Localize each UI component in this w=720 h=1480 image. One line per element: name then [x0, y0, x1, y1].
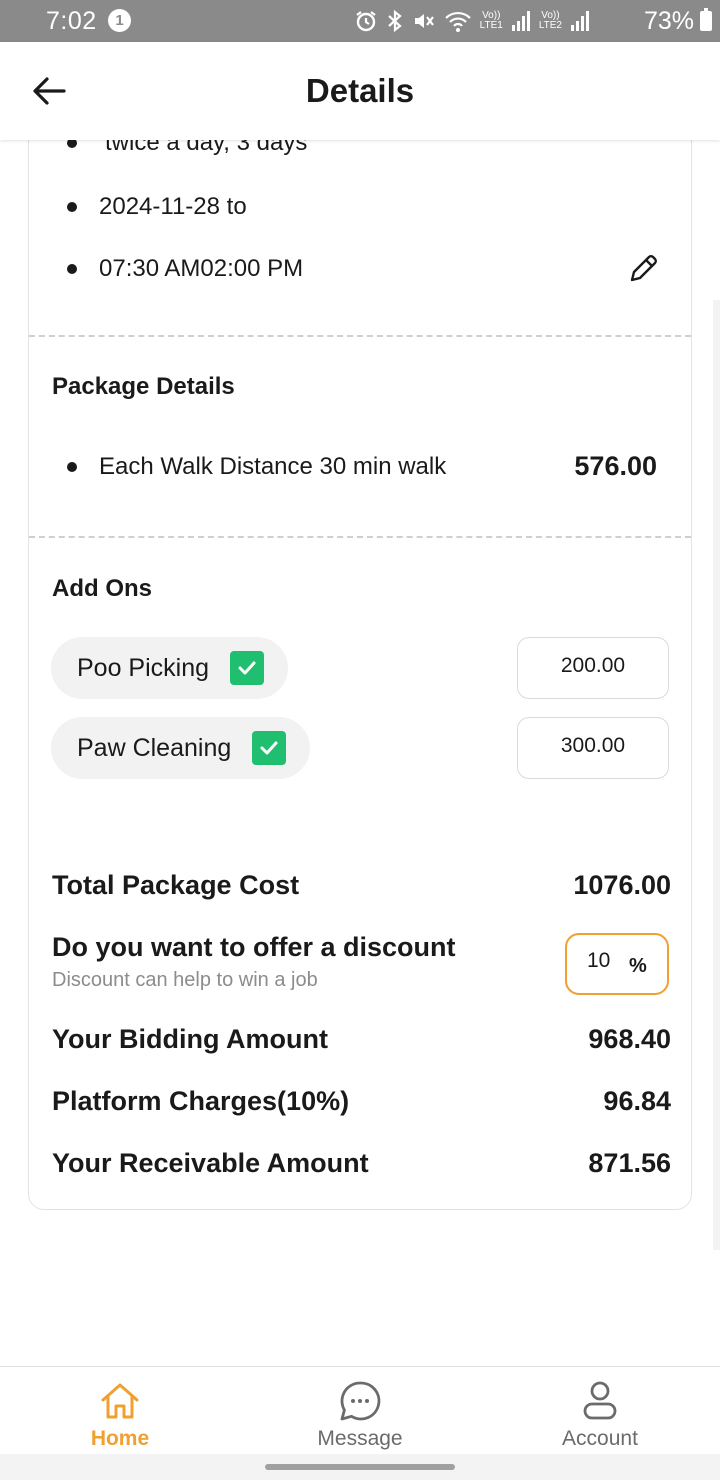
edit-schedule-button[interactable] [627, 253, 659, 285]
discount-value: 10 [587, 949, 611, 972]
battery-icon [700, 8, 712, 31]
divider [29, 335, 691, 337]
addon-label: Poo Picking [77, 653, 210, 682]
bullet-icon [67, 202, 77, 212]
battery-percent: 73% [643, 7, 694, 35]
add-ons-title: Add Ons [52, 575, 152, 602]
lte2-label: Vo)) LTE2 [538, 10, 562, 31]
bluetooth-icon [387, 9, 402, 33]
bullet-icon [67, 264, 77, 274]
package-item: Each Walk Distance 30 min walk [67, 453, 446, 481]
discount-label: Do you want to offer a discount [52, 932, 456, 962]
addon-checkbox[interactable] [252, 731, 287, 765]
bidding-amount-label: Your Bidding Amount [52, 1024, 328, 1054]
nav-home[interactable]: Home [40, 1367, 200, 1455]
package-item-label: Each Walk Distance 30 min walk [99, 453, 447, 480]
bullet-icon [67, 462, 77, 472]
receivable-amount-value: 871.56 [588, 1148, 671, 1178]
discount-hint: Discount can help to win a job [52, 969, 318, 991]
lte1-label: Vo)) LTE1 [479, 10, 503, 31]
notification-badge: 1 [108, 9, 131, 32]
addon-checkbox[interactable] [230, 651, 265, 685]
package-details-title: Package Details [52, 373, 235, 400]
nav-message[interactable]: Message [280, 1367, 440, 1455]
total-package-cost-label: Total Package Cost [52, 870, 300, 900]
signal-icon-1 [511, 11, 530, 31]
page-title: Details [305, 72, 415, 109]
home-gesture-pill[interactable] [265, 1464, 455, 1470]
nav-home-label: Home [90, 1427, 150, 1450]
pencil-icon [630, 255, 657, 282]
total-package-cost-value: 1076.00 [573, 870, 671, 900]
addon-price-input[interactable]: 200.00 [517, 637, 669, 699]
wifi-icon [444, 11, 471, 32]
account-icon [583, 1381, 617, 1420]
bidding-amount-value: 968.40 [588, 1024, 671, 1054]
addon-paw-cleaning[interactable]: Paw Cleaning [51, 717, 311, 779]
addon-poo-picking[interactable]: Poo Picking [51, 637, 289, 699]
schedule-time-range: 07:30 AM02:00 PM [99, 255, 304, 282]
nav-account[interactable]: Account [520, 1367, 680, 1455]
message-icon [340, 1381, 381, 1421]
home-icon [101, 1383, 139, 1419]
addon-label: Paw Cleaning [77, 733, 232, 762]
receivable-amount-label: Your Receivable Amount [52, 1148, 369, 1178]
nav-message-label: Message [317, 1427, 403, 1450]
signal-icon-2 [571, 11, 589, 31]
app-header: Details [0, 42, 720, 140]
mute-icon [414, 14, 434, 28]
platform-charges-label: Platform Charges(10%) [52, 1086, 350, 1116]
schedule-time-item: 07:30 AM02:00 PM [67, 255, 303, 283]
alarm-icon [355, 11, 376, 32]
schedule-date-range: 2024-11-28 to [99, 193, 247, 220]
check-icon [238, 661, 256, 675]
details-card: twice a day, 3 days 2024-11-28 to 07:30 … [28, 100, 692, 1210]
package-item-price: 576.00 [574, 451, 657, 481]
addon-price-input[interactable]: 300.00 [517, 717, 669, 779]
status-time: 7:02 [46, 7, 97, 35]
schedule-date-item: 2024-11-28 to [67, 193, 247, 221]
check-icon [260, 741, 278, 755]
nav-account-label: Account [562, 1427, 638, 1450]
scrollbar[interactable] [713, 300, 720, 1250]
divider [29, 536, 691, 538]
bottom-nav: Home Message Account [0, 1366, 720, 1454]
platform-charges-value: 96.84 [603, 1086, 671, 1116]
discount-input[interactable]: 10 % [565, 933, 669, 995]
discount-unit: % [629, 955, 647, 977]
status-icons: Vo)) LTE1 Vo)) LTE2 [354, 8, 590, 34]
status-bar: 7:02 1 Vo)) LTE1 Vo)) LTE2 73% [0, 0, 720, 42]
